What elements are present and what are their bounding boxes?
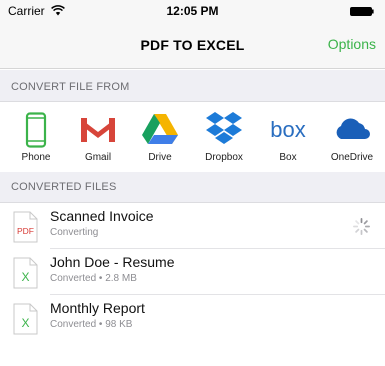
source-label-onedrive: OneDrive — [330, 152, 374, 163]
spinner-icon — [353, 218, 370, 235]
status-bar: Carrier 12:05 PM — [0, 0, 385, 22]
source-list: Phone Gmail Drive Dropbox box Box OneDri… — [0, 103, 385, 172]
file-name: Scanned Invoice — [50, 208, 154, 224]
file-status: Converted • 2.8 MB — [50, 273, 137, 284]
phone-icon — [25, 112, 47, 148]
file-name: John Doe - Resume — [50, 254, 175, 270]
convert-section-header: CONVERT FILE FROM — [0, 70, 385, 102]
drive-icon — [142, 114, 178, 144]
excel-file-icon: X — [13, 257, 38, 289]
excel-file-icon: X — [13, 303, 38, 335]
source-dropbox[interactable]: Dropbox — [194, 103, 254, 172]
source-label-dropbox: Dropbox — [205, 152, 243, 163]
onedrive-icon — [336, 118, 370, 139]
status-time: 12:05 PM — [166, 4, 219, 18]
file-status: Converted • 98 KB — [50, 319, 133, 330]
source-label-drive: Drive — [148, 152, 172, 163]
dropbox-icon — [206, 112, 242, 144]
file-row-john-doe-resume[interactable]: X John Doe - Resume Converted • 2.8 MB — [0, 249, 385, 295]
pdf-file-icon: PDF — [13, 211, 38, 243]
gmail-icon — [81, 118, 115, 142]
svg-text:X: X — [21, 270, 29, 284]
source-label-box: Box — [279, 152, 297, 163]
battery-icon — [350, 7, 374, 16]
source-drive[interactable]: Drive — [130, 103, 190, 172]
source-label-gmail: Gmail — [84, 152, 112, 163]
converted-section-header: CONVERTED FILES — [0, 172, 385, 203]
file-row-scanned-invoice[interactable]: PDF Scanned Invoice Converting — [0, 203, 385, 249]
source-label-phone: Phone — [21, 152, 51, 163]
source-onedrive[interactable]: OneDrive — [322, 103, 382, 172]
convert-section-title: CONVERT FILE FROM — [11, 81, 130, 93]
navigation-bar: PDF TO EXCEL Options — [0, 22, 385, 69]
file-status: Converting — [50, 227, 99, 238]
source-phone[interactable]: Phone — [6, 103, 66, 172]
svg-text:PDF: PDF — [17, 226, 34, 236]
box-icon: box — [270, 118, 305, 142]
file-row-monthly-report[interactable]: X Monthly Report Converted • 98 KB — [0, 295, 385, 341]
options-button[interactable]: Options — [328, 36, 376, 52]
source-box[interactable]: box Box — [258, 103, 318, 172]
source-gmail[interactable]: Gmail — [68, 103, 128, 172]
file-name: Monthly Report — [50, 300, 145, 316]
svg-text:X: X — [21, 316, 29, 330]
svg-text:box: box — [270, 118, 305, 142]
converted-section-title: CONVERTED FILES — [11, 181, 117, 193]
